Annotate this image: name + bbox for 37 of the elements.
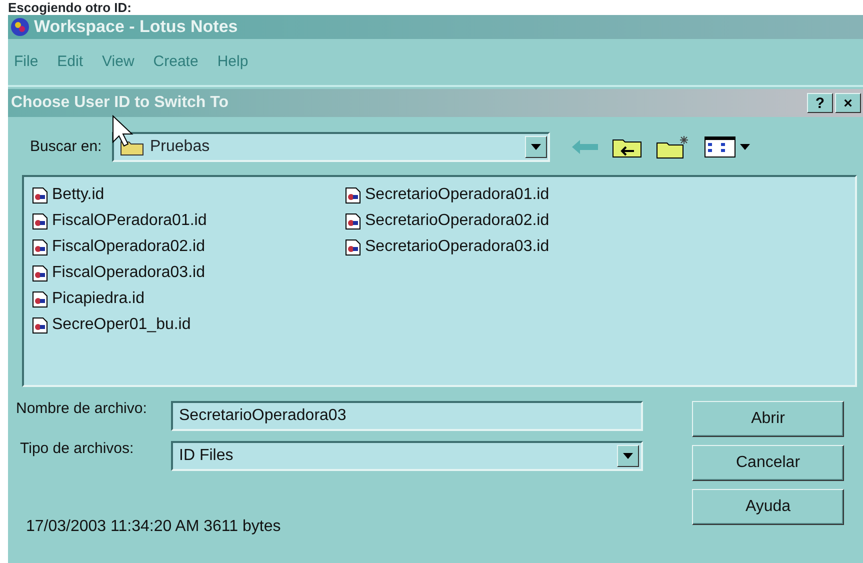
dialog-title: Choose User ID to Switch To bbox=[11, 93, 228, 113]
filetype-label: Tipo de archivos: bbox=[19, 441, 135, 457]
id-file-icon bbox=[32, 290, 48, 308]
id-file-icon bbox=[345, 186, 361, 204]
look-in-label: Buscar en: bbox=[30, 139, 103, 155]
id-file-icon bbox=[32, 316, 48, 334]
help-button[interactable]: ? bbox=[807, 93, 833, 113]
filename-field[interactable]: SecretarioOperadora03 bbox=[171, 401, 643, 431]
new-folder-icon[interactable] bbox=[656, 135, 690, 159]
filetype-field[interactable]: ID Files bbox=[171, 441, 643, 471]
id-file-icon bbox=[32, 238, 48, 256]
caption-text: Escogiendo otro ID: bbox=[7, 0, 132, 15]
id-entry[interactable]: FiscalOperadora02.id bbox=[32, 235, 345, 259]
view-menu-icon[interactable] bbox=[704, 136, 750, 158]
look-in-dropdown[interactable]: Pruebas bbox=[112, 132, 550, 162]
id-file-icon bbox=[345, 238, 361, 256]
status-text: 17/03/2003 11:34:20 AM 3611 bytes bbox=[25, 519, 282, 535]
id-file-icon bbox=[32, 186, 48, 204]
id-file-icon bbox=[32, 264, 48, 282]
id-entry[interactable]: SecretarioOperadora01.id bbox=[345, 183, 658, 207]
id-entry[interactable]: Picapiedra.id bbox=[32, 287, 345, 311]
window-title: Workspace - Lotus Notes bbox=[34, 16, 238, 38]
id-entry[interactable]: SecretarioOperadora03.id bbox=[345, 235, 658, 259]
id-file-icon bbox=[345, 212, 361, 230]
id-file-icon bbox=[32, 212, 48, 230]
filename-label: Nombre de archivo: bbox=[16, 401, 148, 417]
id-entry[interactable]: SecretarioOperadora02.id bbox=[345, 209, 658, 233]
dialog-button[interactable]: Abrir bbox=[692, 401, 844, 437]
close-button[interactable]: × bbox=[835, 93, 861, 113]
dialog-button[interactable]: Ayuda bbox=[692, 489, 844, 525]
id-entry[interactable]: FiscalOperadora03.id bbox=[32, 261, 345, 285]
dialog-button[interactable]: Cancelar bbox=[692, 445, 844, 481]
id-entry[interactable]: FiscalOPeradora01.id bbox=[32, 209, 345, 233]
app-logo-icon bbox=[10, 17, 30, 37]
id-entry[interactable]: SecreOper01_bu.id bbox=[32, 313, 345, 337]
id-entry[interactable]: Betty.id bbox=[32, 183, 345, 207]
mouse-pointer-icon bbox=[112, 115, 134, 147]
